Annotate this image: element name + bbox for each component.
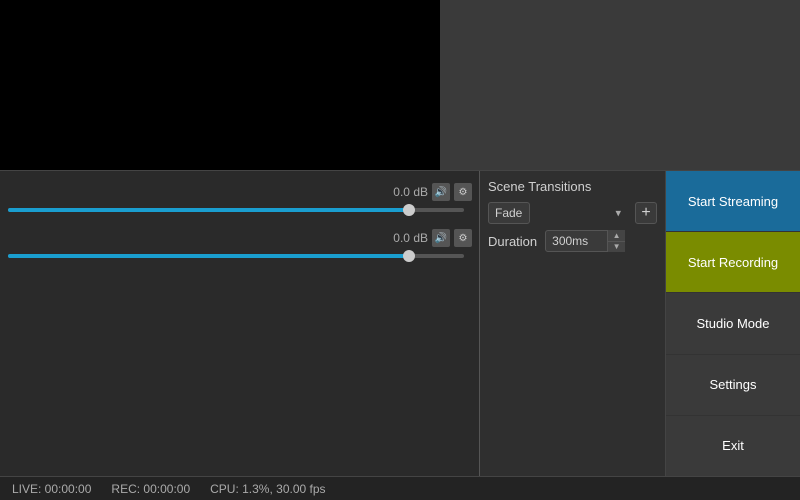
channel2-slider[interactable] bbox=[8, 249, 464, 263]
panel-vertical-separator bbox=[479, 171, 480, 476]
channel1-slider[interactable] bbox=[8, 203, 464, 217]
duration-row: Duration ▲ ▼ bbox=[488, 230, 657, 252]
start-streaming-button[interactable]: Start Streaming bbox=[666, 171, 800, 232]
settings-button[interactable]: Settings bbox=[666, 355, 800, 416]
studio-mode-button[interactable]: Studio Mode bbox=[666, 293, 800, 354]
transitions-row: Fade + bbox=[488, 202, 657, 224]
duration-spin-up[interactable]: ▲ bbox=[608, 230, 625, 242]
speaker-icon: 🔊 bbox=[435, 187, 447, 198]
start-recording-button[interactable]: Start Recording bbox=[666, 232, 800, 293]
duration-input-wrapper: ▲ ▼ bbox=[545, 230, 625, 252]
channel2-gear-btn[interactable]: ⚙ bbox=[454, 229, 472, 247]
cpu-status: CPU: 1.3%, 30.00 fps bbox=[210, 482, 325, 496]
live-status: LIVE: 00:00:00 bbox=[12, 482, 91, 496]
exit-button[interactable]: Exit bbox=[666, 416, 800, 476]
speaker-icon-2: 🔊 bbox=[435, 233, 447, 244]
preview-right bbox=[440, 0, 800, 170]
preview-main bbox=[0, 0, 440, 170]
duration-spinner: ▲ ▼ bbox=[607, 230, 625, 252]
gear-icon-2: ⚙ bbox=[459, 233, 468, 244]
channel2-speaker-btn[interactable]: 🔊 bbox=[432, 229, 450, 247]
channel2-db-label: 0.0 dB bbox=[388, 231, 428, 245]
spin-down-icon: ▼ bbox=[613, 242, 621, 251]
spacer bbox=[488, 258, 657, 468]
channel1-db-label: 0.0 dB bbox=[388, 185, 428, 199]
gear-icon: ⚙ bbox=[459, 187, 468, 198]
duration-label: Duration bbox=[488, 234, 537, 249]
audio-mixer-panel: 0.0 dB 🔊 ⚙ 0.0 dB bbox=[0, 170, 480, 476]
duration-spin-down[interactable]: ▼ bbox=[608, 242, 625, 253]
action-buttons-panel: Start Streaming Start Recording Studio M… bbox=[665, 170, 800, 476]
plus-icon: + bbox=[641, 204, 650, 222]
audio-channel-1: 0.0 dB 🔊 ⚙ bbox=[0, 179, 480, 221]
channel1-gear-btn[interactable]: ⚙ bbox=[454, 183, 472, 201]
preview-area bbox=[0, 0, 800, 170]
audio-channel-2: 0.0 dB 🔊 ⚙ bbox=[0, 225, 480, 267]
fade-select-wrapper[interactable]: Fade bbox=[488, 202, 627, 224]
scene-transitions-panel: Scene Transitions Fade + Duration ▲ bbox=[480, 170, 665, 476]
scene-transitions-label: Scene Transitions bbox=[488, 179, 657, 194]
spin-up-icon: ▲ bbox=[613, 231, 621, 240]
status-bar: LIVE: 00:00:00 REC: 00:00:00 CPU: 1.3%, … bbox=[0, 476, 800, 500]
fade-select[interactable]: Fade bbox=[488, 202, 530, 224]
rec-status: REC: 00:00:00 bbox=[111, 482, 190, 496]
channel1-speaker-btn[interactable]: 🔊 bbox=[432, 183, 450, 201]
add-transition-btn[interactable]: + bbox=[635, 202, 657, 224]
